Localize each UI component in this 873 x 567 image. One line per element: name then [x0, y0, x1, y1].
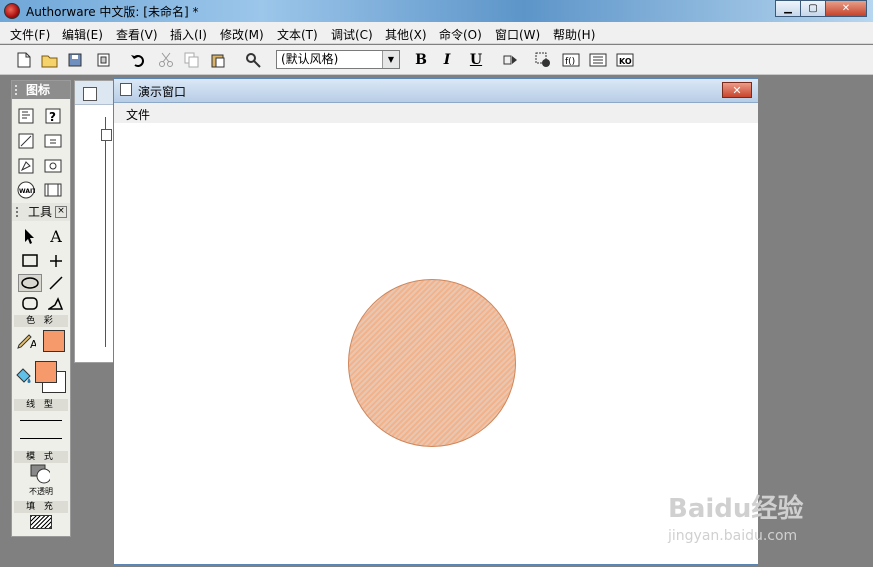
drag-grip-icon[interactable]	[15, 85, 20, 95]
menu-help[interactable]: 帮助(H)	[553, 26, 595, 43]
flow-icon[interactable]	[101, 129, 112, 141]
text-tool[interactable]: A	[46, 227, 66, 246]
window-controls: ▁ ▢ ✕	[775, 0, 867, 17]
menu-text[interactable]: 文本(T)	[277, 26, 318, 43]
fill-pattern-swatch[interactable]	[30, 515, 52, 529]
line-style-option[interactable]	[20, 438, 62, 439]
copy-icon[interactable]	[182, 50, 202, 70]
hatched-circle-shape[interactable]	[348, 279, 516, 447]
pencil-icon[interactable]: A	[16, 331, 36, 350]
variables-icon[interactable]	[588, 50, 608, 70]
open-folder-icon[interactable]	[40, 50, 60, 70]
design-window-header	[75, 81, 117, 105]
minimize-button[interactable]: ▁	[775, 0, 801, 17]
presentation-window-icon	[120, 83, 132, 96]
cut-icon[interactable]	[156, 50, 176, 70]
undo-icon[interactable]	[128, 50, 148, 70]
menu-insert[interactable]: 插入(I)	[170, 26, 207, 43]
line-color-swatch[interactable]	[43, 330, 65, 352]
map-icon[interactable]	[43, 157, 63, 175]
menu-command[interactable]: 命令(O)	[439, 26, 482, 43]
functions-icon[interactable]: f()	[561, 50, 581, 70]
color-section-label: 色 彩	[14, 315, 68, 327]
menu-modify[interactable]: 修改(M)	[220, 26, 264, 43]
bold-button[interactable]: B	[411, 50, 431, 70]
fill-section-label: 填 充	[14, 501, 68, 513]
icon-palette: 图标 ? WAIT 工具 × A 色 彩 A 线 型 模 式 不透明 填 充	[11, 80, 71, 537]
authorware-logo-icon	[4, 3, 20, 19]
pointer-tool[interactable]	[20, 227, 40, 245]
new-file-icon[interactable]	[14, 50, 34, 70]
svg-text:f(): f()	[565, 57, 575, 67]
rounded-rectangle-tool[interactable]	[20, 295, 40, 313]
digital-movie-icon[interactable]	[43, 181, 63, 199]
polygon-tool[interactable]	[46, 295, 66, 313]
knowledge-objects-icon[interactable]: KO	[615, 50, 635, 70]
svg-text:?: ?	[49, 110, 56, 124]
tools-palette-title: 工具	[28, 205, 53, 219]
opaque-mode-icon[interactable]	[30, 464, 50, 484]
line-section-label: 线 型	[14, 399, 68, 411]
text-style-value: (默认风格)	[281, 52, 339, 66]
presentation-menu-bar: 文件	[114, 103, 758, 124]
mode-value-label: 不透明	[29, 487, 53, 496]
fill-color-swatch[interactable]	[35, 361, 57, 383]
design-window-icon	[83, 87, 97, 101]
svg-text:KO: KO	[619, 57, 632, 66]
stage-canvas[interactable]	[114, 123, 758, 564]
window-title: Authorware 中文版: [未命名] *	[26, 5, 199, 19]
watermark-url: jingyan.baidu.com	[668, 528, 798, 544]
display-icon[interactable]	[16, 107, 36, 125]
menu-file[interactable]: 文件(F)	[10, 26, 50, 43]
wait-icon[interactable]: WAIT	[16, 181, 36, 199]
icon-palette-title: 图标	[26, 83, 51, 97]
ellipse-tool[interactable]	[18, 274, 42, 292]
chevron-down-icon[interactable]: ▼	[382, 51, 399, 68]
svg-text:WAIT: WAIT	[19, 188, 35, 195]
save-all-icon[interactable]	[66, 50, 86, 70]
menu-debug[interactable]: 调试(C)	[331, 26, 373, 43]
underline-button[interactable]: U	[466, 50, 486, 70]
interaction-icon[interactable]: ?	[43, 107, 63, 125]
find-icon[interactable]	[244, 50, 264, 70]
calculation-icon[interactable]	[43, 132, 63, 150]
diagonal-line-tool[interactable]	[46, 274, 66, 292]
presentation-window-title: 演示窗口	[138, 85, 187, 99]
drag-grip-icon[interactable]	[16, 207, 21, 217]
presentation-window: 演示窗口 ✕ 文件	[113, 78, 759, 565]
menu-other[interactable]: 其他(X)	[385, 26, 427, 43]
erase-icon[interactable]	[16, 157, 36, 175]
design-window	[74, 80, 118, 363]
watermark-brand: Baidu经验	[668, 494, 804, 524]
icon-palette-header[interactable]: 图标	[12, 81, 70, 99]
line-style-thin[interactable]	[20, 420, 62, 421]
italic-button[interactable]: I	[437, 50, 457, 70]
tools-palette-header[interactable]: 工具 ×	[12, 203, 70, 221]
main-toolbar: (默认风格) ▼ B I U f() KO	[0, 45, 873, 75]
import-icon[interactable]	[94, 50, 114, 70]
control-panel-icon[interactable]	[533, 50, 553, 70]
menu-bar: 文件(F) 编辑(E) 查看(V) 插入(I) 修改(M) 文本(T) 调试(C…	[0, 22, 873, 44]
text-style-select[interactable]: (默认风格) ▼	[276, 50, 400, 69]
menu-window[interactable]: 窗口(W)	[495, 26, 540, 43]
svg-text:A: A	[30, 338, 36, 350]
menu-view[interactable]: 查看(V)	[116, 26, 158, 43]
menu-edit[interactable]: 编辑(E)	[62, 26, 103, 43]
close-icon[interactable]: ✕	[722, 82, 752, 98]
flow-line	[105, 117, 106, 347]
presentation-menu-file[interactable]: 文件	[126, 106, 150, 123]
paste-icon[interactable]	[208, 50, 228, 70]
rectangle-tool[interactable]	[20, 252, 40, 270]
close-button[interactable]: ✕	[825, 0, 867, 17]
run-icon[interactable]	[500, 50, 520, 70]
orthogonal-line-tool[interactable]	[46, 252, 66, 270]
maximize-button[interactable]: ▢	[800, 0, 826, 17]
mode-section-label: 模 式	[14, 451, 68, 463]
app-titlebar: Authorware 中文版: [未命名] * ▁ ▢ ✕	[0, 0, 873, 22]
close-icon[interactable]: ×	[55, 206, 67, 218]
motion-icon[interactable]	[16, 132, 36, 150]
presentation-window-titlebar[interactable]: 演示窗口 ✕	[114, 79, 758, 103]
paint-bucket-icon[interactable]	[14, 367, 34, 385]
